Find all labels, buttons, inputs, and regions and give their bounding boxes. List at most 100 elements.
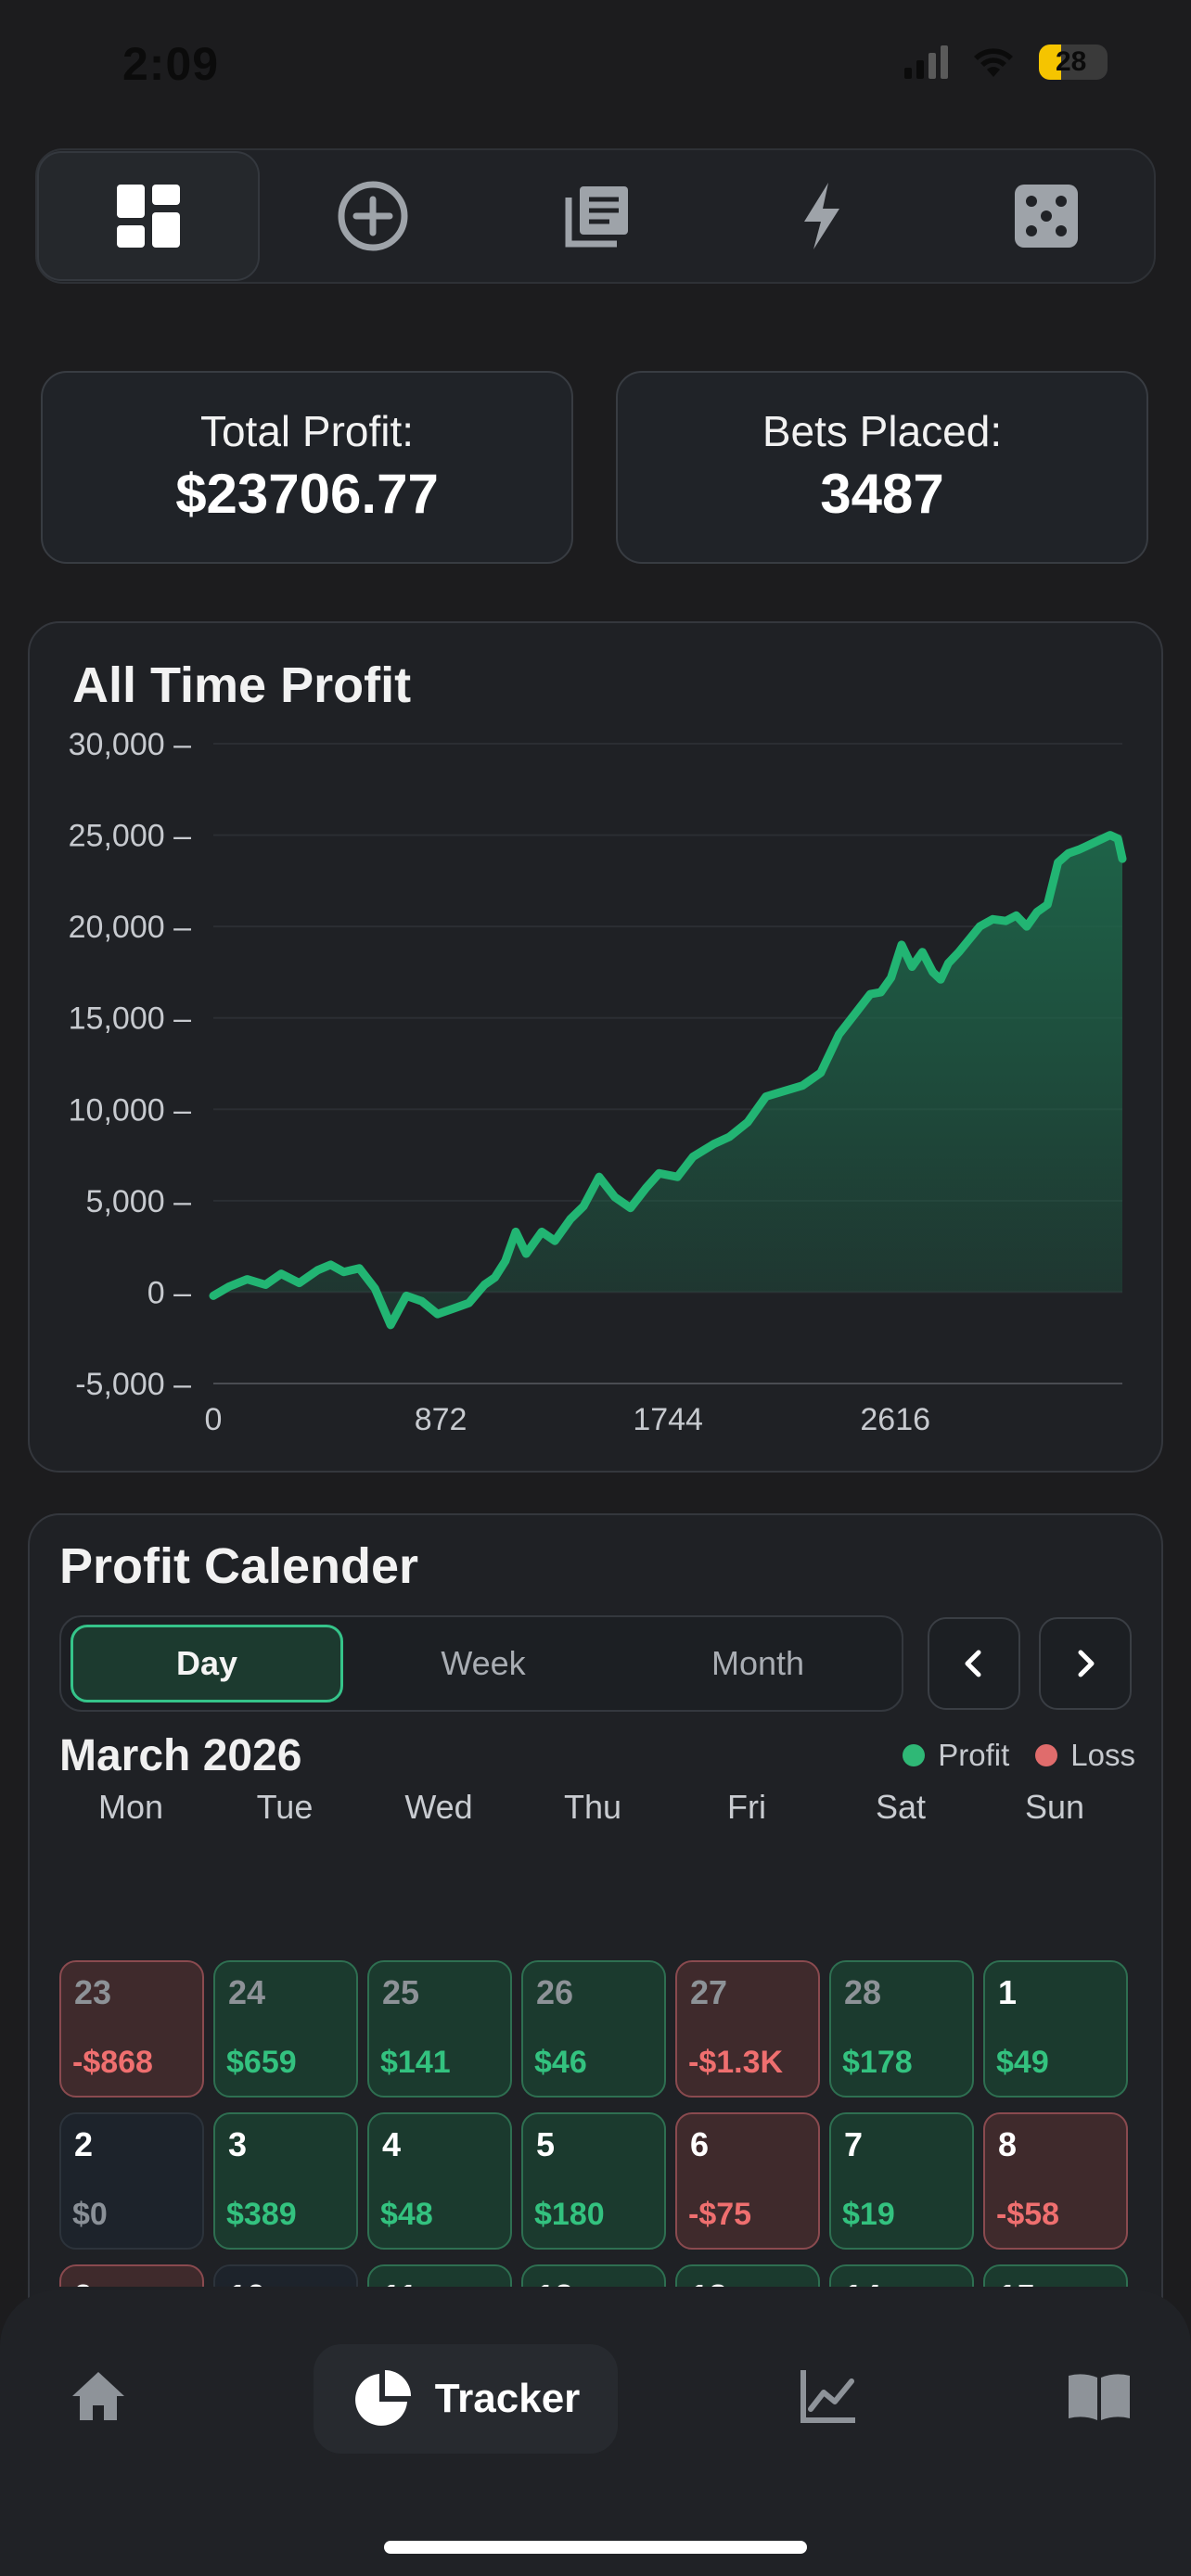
toolbar-bolt[interactable] [711, 150, 933, 282]
calendar-day-cell[interactable]: 11 [367, 2264, 512, 2287]
nav-home[interactable] [70, 2370, 126, 2427]
calendar-day-number: 10 [228, 2277, 265, 2287]
calendar-day-cell[interactable]: 27 -$1.3K [675, 1960, 820, 2098]
prev-month-button[interactable] [928, 1617, 1020, 1710]
tab-day[interactable]: Day [70, 1625, 343, 1702]
calendar-day-number: 14 [844, 2277, 881, 2287]
toolbar-add[interactable] [262, 150, 484, 282]
top-toolbar [35, 148, 1156, 284]
calendar-day-number: 2 [74, 2125, 94, 2163]
y-tick-label: 25,000 – [69, 819, 191, 854]
calendar-day-number: 24 [228, 1973, 266, 2011]
calendar-day-number: 7 [844, 2125, 864, 2163]
calendar-day-number: 11 [382, 2277, 417, 2287]
calendar-day-cell[interactable]: 25 $141 [367, 1960, 512, 2098]
calendar-day-number: 15 [998, 2277, 1035, 2287]
calendar-day-number: 8 [998, 2125, 1018, 2163]
calendar-day-cell[interactable]: 8 -$58 [983, 2112, 1128, 2250]
profit-chart: 30,000 – 25,000 – 20,000 – 15,000 – 10,000 –… [69, 727, 1127, 1437]
total-profit-label: Total Profit: [199, 407, 415, 455]
calendar-day-amount: $19 [842, 2197, 895, 2232]
calendar-day-cell[interactable]: 28 $178 [829, 1960, 974, 2098]
nav-library[interactable] [1067, 2372, 1132, 2427]
nav-tracker-label: Tracker [434, 2376, 581, 2421]
profit-area [213, 835, 1122, 1325]
y-tick-label: 30,000 – [69, 727, 191, 762]
chevron-right-icon [1078, 1650, 1095, 1677]
calendar-day-amount: $48 [380, 2197, 433, 2232]
calendar-grid: 23 -$868 24 $659 25 $141 26 $46 27 -$1.3K 28 $178 1 $… [0, 1762, 1191, 2287]
y-tick-label: 10,000 – [69, 1092, 191, 1128]
calendar-day-number: 23 [74, 1973, 112, 2011]
status-time: 2:09 [122, 38, 220, 90]
calendar-day-amount: $178 [842, 2045, 913, 2080]
toolbar-dashboard[interactable] [37, 151, 260, 281]
ledger-icon [565, 186, 628, 248]
y-tick-label: 5,000 – [86, 1184, 192, 1219]
x-tick-label: 872 [415, 1402, 467, 1437]
bets-placed-label: Bets Placed: [762, 407, 1003, 455]
calendar-day-amount: $0 [72, 2197, 108, 2232]
pie-chart-icon [354, 2370, 411, 2426]
calendar-day-cell[interactable]: 3 $389 [213, 2112, 358, 2250]
calendar-day-cell[interactable]: 1 $49 [983, 1960, 1128, 2098]
dashboard-icon [117, 185, 180, 248]
calendar-day-cell[interactable]: 4 $48 [367, 2112, 512, 2250]
calendar-day-number: 5 [536, 2125, 556, 2163]
calendar-day-cell[interactable]: 7 $19 [829, 2112, 974, 2250]
calendar-day-cell[interactable]: 24 $659 [213, 1960, 358, 2098]
x-tick-label: 1744 [633, 1402, 703, 1437]
calendar-day-amount: $180 [534, 2197, 605, 2232]
cellular-signal-icon [904, 45, 948, 79]
bolt-icon [804, 183, 839, 249]
y-tick-label: 20,000 – [69, 910, 191, 945]
calendar-day-cell[interactable]: 26 $46 [521, 1960, 666, 2098]
wifi-icon [974, 48, 1013, 77]
calendar-title: Profit Calender [59, 1538, 419, 1594]
calendar-day-cell[interactable]: 6 -$75 [675, 2112, 820, 2250]
x-tick-label: 0 [205, 1402, 223, 1437]
tab-week[interactable]: Week [347, 1625, 620, 1702]
calendar-range-tabs: Day Week Month [59, 1615, 903, 1712]
calendar-day-cell[interactable]: 5 $180 [521, 2112, 666, 2250]
home-icon [72, 2372, 124, 2420]
bets-placed-value: 3487 [820, 463, 944, 525]
line-chart-icon [800, 2370, 855, 2423]
calendar-day-amount: -$1.3K [688, 2045, 784, 2080]
calendar-day-amount: -$58 [996, 2197, 1060, 2232]
calendar-day-number: 13 [690, 2277, 727, 2287]
calendar-day-number: 4 [382, 2125, 402, 2163]
calendar-day-cell[interactable]: 15 [983, 2264, 1128, 2287]
calendar-day-number: 26 [536, 1973, 574, 2011]
calendar-day-amount: $46 [534, 2045, 587, 2080]
calendar-day-cell[interactable]: 12 [521, 2264, 666, 2287]
bets-placed-card: Bets Placed: 3487 [616, 371, 1148, 564]
calendar-day-amount: $141 [380, 2045, 451, 2080]
y-tick-label: 0 – [147, 1275, 191, 1310]
calendar-day-cell[interactable]: 10 [213, 2264, 358, 2287]
chevron-left-icon [965, 1650, 981, 1677]
calendar-day-cell[interactable]: 9 [59, 2264, 204, 2287]
nav-analytics[interactable] [800, 2368, 857, 2429]
total-profit-value: $23706.77 [175, 463, 439, 525]
toolbar-ledger[interactable] [486, 150, 709, 282]
nav-tracker[interactable]: Tracker [314, 2344, 618, 2454]
toolbar-dice[interactable] [935, 150, 1158, 282]
calendar-day-cell[interactable]: 2 $0 [59, 2112, 204, 2250]
calendar-day-number: 6 [690, 2125, 710, 2163]
calendar-day-cell[interactable]: 14 [829, 2264, 974, 2287]
calendar-day-number: 1 [998, 1973, 1018, 2011]
home-indicator [384, 2541, 807, 2554]
next-month-button[interactable] [1039, 1617, 1132, 1710]
calendar-day-amount: -$75 [688, 2197, 752, 2232]
status-icons: 28 [904, 45, 1108, 80]
calendar-day-number: 12 [536, 2277, 573, 2287]
y-tick-label: -5,000 – [75, 1367, 191, 1402]
calendar-day-cell[interactable]: 13 [675, 2264, 820, 2287]
calendar-day-cell[interactable]: 23 -$868 [59, 1960, 204, 2098]
tab-month[interactable]: Month [621, 1625, 894, 1702]
book-icon [1069, 2374, 1130, 2420]
add-icon [338, 181, 408, 251]
calendar-day-amount: $389 [226, 2197, 297, 2232]
calendar-day-amount: $49 [996, 2045, 1049, 2080]
